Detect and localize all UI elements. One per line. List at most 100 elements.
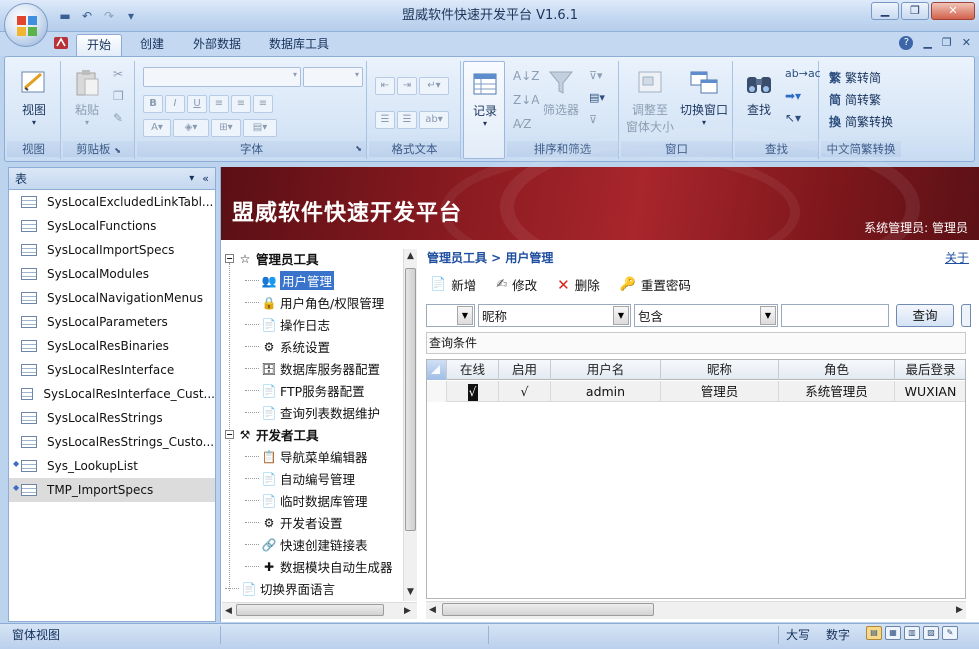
fill-color-button[interactable]: ◈▾ [173, 119, 209, 137]
tree-item[interactable]: 📋 导航菜单编辑器 [245, 447, 368, 466]
table-cell[interactable]: 管理员 [661, 381, 779, 402]
column-header[interactable]: 角色 [779, 360, 895, 380]
clear-sort-icon[interactable]: A⁄Z [513, 117, 531, 131]
nav-item[interactable]: SysLocalFunctions [9, 214, 215, 238]
nav-item[interactable]: SysLocalParameters [9, 310, 215, 334]
tree-item[interactable]: ✚ 数据模块自动生成器 [245, 557, 393, 576]
tree-item[interactable]: 📄 自动编号管理 [245, 469, 355, 488]
office-button[interactable] [4, 3, 48, 47]
form-view-icon[interactable]: ▤ [866, 626, 882, 640]
filter-operator-select[interactable]: 包含 ▼ [634, 304, 778, 327]
cut-icon[interactable]: ✂ [113, 67, 123, 81]
datasheet-view-icon[interactable]: ▦ [885, 626, 901, 640]
grid-horizontal-scroll-thumb[interactable] [442, 603, 654, 616]
italic-button[interactable]: I [165, 95, 185, 113]
paragraph-direction-icon[interactable]: ↵▾ [419, 77, 449, 95]
help-icon[interactable]: ? [899, 36, 914, 50]
navigation-pane-header[interactable]: 表 ▾ « [9, 168, 215, 190]
alternate-fill-button[interactable]: ▤▾ [243, 119, 277, 137]
reset-password-button[interactable]: 🔑 重置密码 [620, 275, 691, 294]
row-selector[interactable] [427, 381, 447, 402]
extra-button[interactable] [961, 304, 971, 327]
font-color-button[interactable]: A▾ [143, 119, 171, 137]
tree-item[interactable]: ⚙ 开发者设置 [245, 513, 343, 532]
column-header[interactable]: 用户名 [551, 360, 661, 380]
tree-horizontal-scroll-thumb[interactable] [236, 604, 384, 616]
collapse-pane-icon[interactable]: « [202, 172, 209, 185]
pivot-chart-icon[interactable]: ▨ [923, 626, 939, 640]
select-all-corner[interactable] [427, 360, 447, 380]
toggle-filter-icon[interactable]: ⊽ [589, 113, 597, 126]
nav-item[interactable]: ◆ Sys_LookupList [9, 454, 215, 478]
tree-item[interactable]: 🗄 数据库服务器配置 [245, 359, 380, 378]
size-to-fit-button[interactable]: 调整至 窗体大小 [623, 67, 677, 135]
tree-item[interactable]: 👥 用户管理 [245, 271, 335, 290]
decrease-indent-icon[interactable]: ⇤ [375, 77, 395, 95]
replace-icon[interactable]: ab→ac [785, 67, 821, 80]
paste-button[interactable]: 粘贴 ▾ [67, 67, 107, 127]
font-launcher-icon[interactable]: ⬊ [355, 141, 362, 157]
selection-filter-icon[interactable]: ⊽▾ [589, 69, 603, 82]
tree-group[interactable]: − ☆ 管理员工具 [225, 249, 319, 268]
table-cell[interactable]: 系统管理员 [779, 381, 895, 402]
minimize-icon[interactable]: ▁ [923, 36, 931, 50]
view-button[interactable]: 视图 ▾ [13, 67, 55, 127]
sort-ascending-icon[interactable]: A↓Z [513, 69, 539, 83]
nav-item[interactable]: ◆ TMP_ImportSpecs [9, 478, 215, 502]
tree-item[interactable]: 📄 查询列表数据维护 [245, 403, 380, 422]
copy-icon[interactable]: ❐ [113, 89, 124, 103]
minimize-button[interactable]: ▁ [871, 2, 899, 20]
gridlines-button[interactable]: ⊞▾ [211, 119, 241, 137]
advanced-filter-icon[interactable]: ▤▾ [589, 91, 605, 104]
nav-item[interactable]: SysLocalResStrings [9, 406, 215, 430]
tree-item[interactable]: 🔒 用户角色/权限管理 [245, 293, 384, 312]
tree-item[interactable]: 📄 切换界面语言 [225, 579, 335, 598]
tree-vertical-scroll-thumb[interactable] [405, 268, 416, 531]
column-header[interactable]: 昵称 [661, 360, 779, 380]
dropdown-arrow-icon[interactable]: ▼ [760, 306, 776, 325]
redo-icon[interactable]: ↷ [100, 8, 118, 24]
tree-item[interactable]: 🔗 快速创建链接表 [245, 535, 368, 554]
column-header[interactable]: 在线 [447, 360, 499, 380]
table-row[interactable]: √ √ admin 管理员 系统管理员 WUXIAN [427, 381, 965, 402]
tab-external-data[interactable]: 外部数据 [183, 34, 251, 56]
traditional-to-simplified-button[interactable]: 繁繁转简 [829, 69, 881, 86]
chinese-convert-button[interactable]: 換简繁转换 [829, 113, 893, 130]
table-cell[interactable]: √ [447, 381, 499, 402]
about-link[interactable]: 关于 [945, 249, 969, 266]
nav-item[interactable]: SysLocalModules [9, 262, 215, 286]
edit-button[interactable]: ✍ 修改 [496, 275, 537, 294]
pivot-table-icon[interactable]: ▥ [904, 626, 920, 640]
customize-icon[interactable]: ▾ [122, 8, 140, 24]
table-cell[interactable]: WUXIAN [895, 381, 965, 402]
nav-item[interactable]: SysLocalResInterface [9, 358, 215, 382]
font-size-select[interactable]: ▾ [303, 67, 363, 87]
nav-item[interactable]: SysLocalImportSpecs [9, 238, 215, 262]
tree-item[interactable]: 📄 操作日志 [245, 315, 330, 334]
filter-field-select[interactable]: 昵称 ▼ [478, 304, 631, 327]
restore-icon[interactable]: ❐ [942, 36, 952, 50]
collapse-icon[interactable]: − [225, 254, 234, 263]
increase-indent-icon[interactable]: ⇥ [397, 77, 417, 95]
maximize-button[interactable]: ❐ [901, 2, 929, 20]
highlight-icon[interactable]: ab▾ [419, 111, 449, 129]
filter-button[interactable]: 筛选器 [539, 67, 583, 118]
chevron-down-icon[interactable]: ▾ [189, 173, 194, 184]
underline-button[interactable]: U [187, 95, 207, 113]
query-button[interactable]: 查询 [896, 304, 954, 327]
column-header[interactable]: 最后登录 [895, 360, 965, 380]
tree-item[interactable]: 📄 临时数据库管理 [245, 491, 368, 510]
design-view-icon[interactable]: ✎ [942, 626, 958, 640]
dropdown-arrow-icon[interactable]: ▼ [613, 306, 629, 325]
align-left-icon[interactable]: ≡ [209, 95, 229, 113]
bold-button[interactable]: B [143, 95, 163, 113]
column-header[interactable]: 启用 [499, 360, 551, 380]
delete-button[interactable]: ✕ 删除 [557, 275, 600, 294]
dialog-launcher-icon[interactable]: ⬊ [114, 146, 121, 155]
undo-icon[interactable]: ↶ [78, 8, 96, 24]
table-cell[interactable]: √ [499, 381, 551, 402]
align-right-icon[interactable]: ≡ [253, 95, 273, 113]
tab-home[interactable]: 开始 [76, 34, 123, 56]
goto-icon[interactable]: ➡▾ [785, 89, 801, 103]
tree-group[interactable]: − ⚒ 开发者工具 [225, 425, 319, 444]
